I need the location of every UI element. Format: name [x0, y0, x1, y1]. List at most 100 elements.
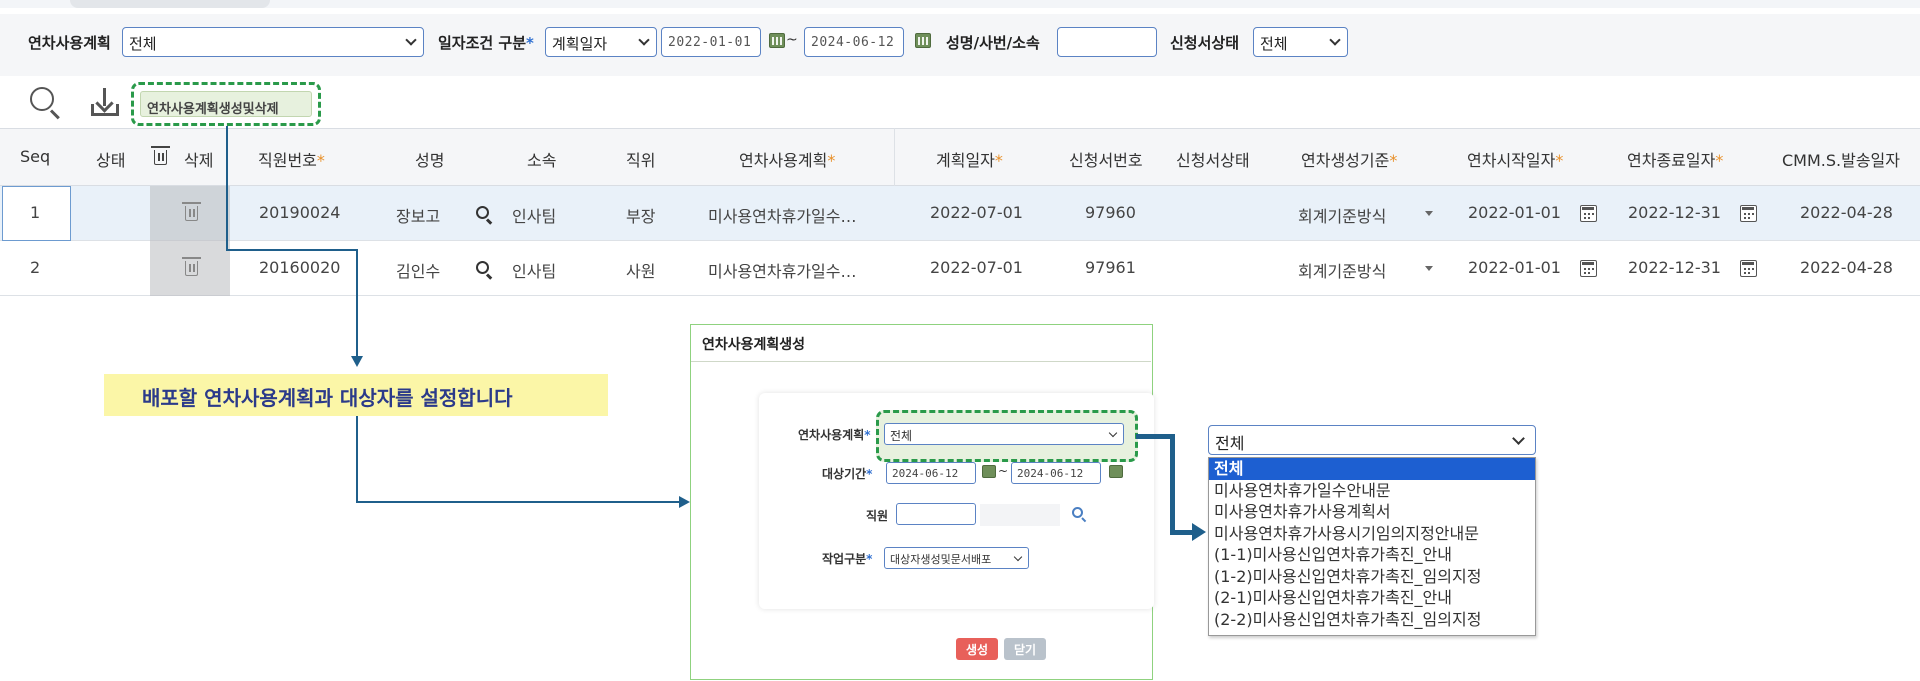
plan-create-delete-button[interactable]: 연차사용계획생성및삭제	[140, 91, 312, 117]
header-sent[interactable]: CMM.S.발송일자	[1782, 147, 1900, 171]
connector-line	[226, 249, 357, 251]
search-icon[interactable]	[476, 261, 489, 274]
calendar-icon[interactable]	[1740, 205, 1757, 222]
date-cond-select[interactable]: 계획일자	[545, 27, 657, 57]
header-seq[interactable]: Seq	[20, 147, 50, 166]
callout-note: 배포할 연차사용계획과 대상자를 설정합니다	[104, 374, 608, 416]
caret-down-icon[interactable]	[1425, 266, 1433, 271]
work-type-select[interactable]: 대상자생성및문서배포	[884, 547, 1029, 569]
calendar-icon[interactable]	[1580, 260, 1597, 277]
trash-icon[interactable]	[182, 257, 201, 276]
plan-dropdown[interactable]: 전체	[1208, 425, 1536, 455]
header-position[interactable]: 직위	[626, 147, 655, 171]
dropdown-option[interactable]: (1-1)미사용신입연차휴가촉진_안내	[1209, 544, 1535, 566]
chevron-down-icon	[1108, 428, 1118, 438]
row-name: 장보고	[396, 207, 441, 226]
dropdown-option[interactable]: 미사용연차휴가일수안내문	[1209, 480, 1535, 502]
dropdown-option[interactable]: (2-2)미사용신입연차휴가촉진_임의지정	[1209, 609, 1535, 631]
row-end[interactable]: 2022-12-31	[1628, 258, 1721, 277]
caret-down-icon[interactable]	[1425, 211, 1433, 216]
calendar-icon[interactable]	[915, 33, 931, 48]
chevron-down-icon	[1512, 432, 1525, 445]
header-plan[interactable]: 연차사용계획*	[739, 147, 835, 171]
dropdown-option[interactable]: 미사용연차휴가사용시기임의지정안내문	[1209, 523, 1535, 545]
header-end[interactable]: 연차종료일자*	[1627, 147, 1723, 171]
header-emp-no[interactable]: 직원번호*	[258, 147, 325, 171]
work-type-value: 대상자생성및문서배포	[890, 553, 992, 566]
search-icon[interactable]	[1072, 507, 1083, 518]
dropdown-option[interactable]: 미사용연차휴가사용계획서	[1209, 501, 1535, 523]
header-app-no[interactable]: 신청서번호	[1069, 147, 1143, 171]
plan-dropdown-list: 전체 미사용연차휴가일수안내문 미사용연차휴가사용계획서 미사용연차휴가사용시기…	[1208, 457, 1536, 636]
connector-line	[356, 249, 358, 356]
generate-button[interactable]: 생성	[956, 638, 998, 660]
row-basis[interactable]: 회계기준방식	[1298, 203, 1386, 227]
download-icon[interactable]	[90, 86, 120, 118]
header-basis[interactable]: 연차생성기준*	[1301, 147, 1397, 171]
dialog-plan-select[interactable]: 전체	[884, 423, 1124, 445]
header-start[interactable]: 연차시작일자*	[1467, 147, 1563, 171]
header-app-status[interactable]: 신청서상태	[1176, 147, 1250, 171]
employee-input[interactable]	[896, 503, 976, 525]
connector-line	[1136, 434, 1174, 439]
plan-filter-label: 연차사용계획	[28, 34, 111, 52]
row-start[interactable]: 2022-01-01	[1468, 203, 1561, 222]
plan-grid: Seq 상태 삭제 직원번호* 성명 소속 직위 연차사용계획* 계획일자* 신…	[0, 128, 1920, 296]
row-seq: 2	[30, 258, 41, 277]
date-to-input[interactable]: 2024-06-12	[804, 27, 904, 57]
name-filter-input[interactable]	[1057, 27, 1157, 57]
row-sent: 2022-04-28	[1800, 203, 1893, 222]
search-icon[interactable]	[476, 206, 489, 219]
connector-line	[226, 126, 228, 250]
connector-line	[1170, 530, 1194, 535]
dialog-period-label: 대상기간*	[822, 467, 873, 481]
connector-line	[1170, 434, 1175, 534]
grid-header: Seq 상태 삭제 직원번호* 성명 소속 직위 연차사용계획* 계획일자* 신…	[0, 128, 1920, 186]
search-icon[interactable]	[30, 87, 54, 111]
dialog-plan-value: 전체	[890, 429, 913, 443]
status-filter-label: 신청서상태	[1170, 34, 1240, 52]
header-dept[interactable]: 소속	[527, 147, 556, 171]
table-row[interactable]: 1 20190024 장보고 인사팀 부장 미사용연차휴가일수… 2022-07…	[0, 186, 1920, 241]
row-end[interactable]: 2022-12-31	[1628, 203, 1721, 222]
header-delete[interactable]: 삭제	[184, 147, 213, 171]
plan-filter-select[interactable]: 전체	[122, 27, 424, 57]
header-plan-date[interactable]: 계획일자*	[936, 147, 1003, 171]
row-emp-no: 20190024	[259, 203, 341, 222]
row-dept: 인사팀	[512, 262, 557, 281]
dialog-plan-label: 연차사용계획*	[798, 428, 871, 442]
row-basis[interactable]: 회계기준방식	[1298, 258, 1386, 282]
period-to-input[interactable]: 2024-06-12	[1011, 462, 1101, 484]
trash-icon	[151, 146, 170, 165]
trash-icon[interactable]	[182, 202, 201, 221]
calendar-icon[interactable]	[1740, 260, 1757, 277]
dropdown-option[interactable]: (2-1)미사용신입연차휴가촉진_안내	[1209, 587, 1535, 609]
arrow-down-icon	[351, 356, 363, 367]
row-plan-date: 2022-07-01	[930, 258, 1023, 277]
chevron-down-icon	[1329, 34, 1341, 46]
dialog-work-label: 작업구분*	[822, 552, 873, 566]
date-from-input[interactable]: 2022-01-01	[661, 27, 761, 57]
status-filter-value: 전체	[1260, 35, 1288, 53]
calendar-icon[interactable]	[1109, 465, 1123, 478]
date-cond-value: 계획일자	[552, 35, 608, 53]
row-plan: 미사용연차휴가일수…	[708, 262, 857, 281]
header-status[interactable]: 상태	[96, 147, 125, 171]
calendar-icon[interactable]	[769, 33, 785, 48]
row-position: 사원	[626, 262, 656, 281]
row-start[interactable]: 2022-01-01	[1468, 258, 1561, 277]
row-position: 부장	[626, 207, 656, 226]
row-emp-no: 20160020	[259, 258, 341, 277]
date-cond-label: 일자조건 구분*	[438, 34, 534, 52]
dropdown-option[interactable]: 전체	[1209, 458, 1535, 480]
name-filter-label: 성명/사번/소속	[946, 34, 1040, 52]
header-name[interactable]: 성명	[415, 147, 444, 171]
close-button[interactable]: 닫기	[1004, 638, 1046, 660]
calendar-icon[interactable]	[1580, 205, 1597, 222]
dropdown-option[interactable]: (1-2)미사용신입연차휴가촉진_임의지정	[1209, 566, 1535, 588]
calendar-icon[interactable]	[982, 465, 996, 478]
status-filter-select[interactable]: 전체	[1253, 27, 1348, 57]
row-app-no: 97961	[1085, 258, 1136, 277]
period-from-input[interactable]: 2024-06-12	[886, 462, 976, 484]
connector-line	[356, 501, 679, 503]
